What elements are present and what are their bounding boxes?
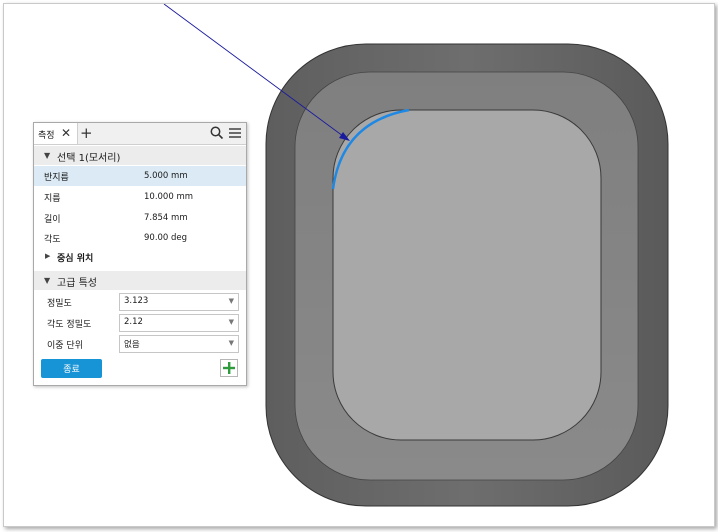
add-measure-button[interactable] [220, 359, 238, 377]
plus-icon [223, 362, 235, 374]
dropdown-caret-icon: ▼ [228, 339, 234, 347]
measure-panel: 측정 ✕ + ▼ 선택 1(모서리) 반지름 5.000 mm 지름 10.00… [33, 122, 247, 386]
result-row-radius[interactable]: 반지름 5.000 mm [34, 166, 246, 186]
dual-unit-label: 이중 단위 [47, 341, 83, 351]
angle-precision-row: 각도 정밀도 2.12 ▼ [34, 313, 246, 333]
section-selection-title: 선택 1(모서리) [57, 153, 121, 164]
dual-unit-select[interactable]: 없음 ▼ [119, 335, 239, 353]
precision-select[interactable]: 3.123 ▼ [119, 293, 239, 311]
result-key: 각도 [44, 235, 61, 245]
precision-value: 3.123 [124, 296, 149, 306]
angle-precision-label: 각도 정밀도 [47, 320, 92, 330]
screenshot-frame: 측정 ✕ + ▼ 선택 1(모서리) 반지름 5.000 mm 지름 10.00… [3, 3, 715, 527]
close-icon[interactable]: ✕ [61, 126, 71, 140]
dropdown-caret-icon: ▼ [228, 318, 234, 326]
result-value: 90.00 deg [144, 233, 188, 243]
result-key: 지름 [44, 194, 61, 204]
angle-precision-value: 2.12 [124, 317, 143, 327]
dual-unit-value: 없음 [124, 340, 140, 350]
section-selection-header[interactable]: ▼ 선택 1(모서리) [34, 146, 246, 165]
angle-precision-select[interactable]: 2.12 ▼ [119, 314, 239, 332]
collapse-arrow-icon: ▼ [44, 151, 51, 160]
precision-label: 정밀도 [47, 299, 72, 309]
result-row-length[interactable]: 길이 7.854 mm [34, 208, 246, 228]
part-top-face[interactable] [332, 109, 602, 441]
section-advanced-title: 고급 특성 [57, 278, 97, 289]
dual-unit-row: 이중 단위 없음 ▼ [34, 334, 246, 354]
expand-arrow-icon: ▶ [45, 252, 51, 260]
result-key: 길이 [44, 215, 61, 225]
menu-icon[interactable] [227, 125, 243, 141]
dropdown-caret-icon: ▼ [228, 297, 234, 305]
section-advanced-header[interactable]: ▼ 고급 특성 [34, 271, 246, 290]
result-value: 7.854 mm [144, 213, 188, 223]
done-button[interactable]: 종료 [41, 359, 102, 378]
add-tab-icon[interactable]: + [80, 124, 93, 142]
precision-row: 정밀도 3.123 ▼ [34, 292, 246, 312]
center-position-expander[interactable]: ▶ 중심 위치 [34, 248, 246, 266]
result-value: 5.000 mm [144, 171, 188, 181]
result-key: 반지름 [44, 173, 69, 183]
collapse-arrow-icon: ▼ [44, 276, 51, 285]
result-row-diameter[interactable]: 지름 10.000 mm [34, 187, 246, 207]
result-row-angle[interactable]: 각도 90.00 deg [34, 228, 246, 248]
tab-measure[interactable]: 측정 ✕ [34, 123, 78, 144]
search-icon[interactable] [209, 125, 225, 141]
result-value: 10.000 mm [144, 192, 194, 202]
panel-titlebar: 측정 ✕ + [34, 123, 246, 145]
tab-measure-label: 측정 [38, 131, 55, 141]
center-position-label: 중심 위치 [57, 254, 94, 264]
